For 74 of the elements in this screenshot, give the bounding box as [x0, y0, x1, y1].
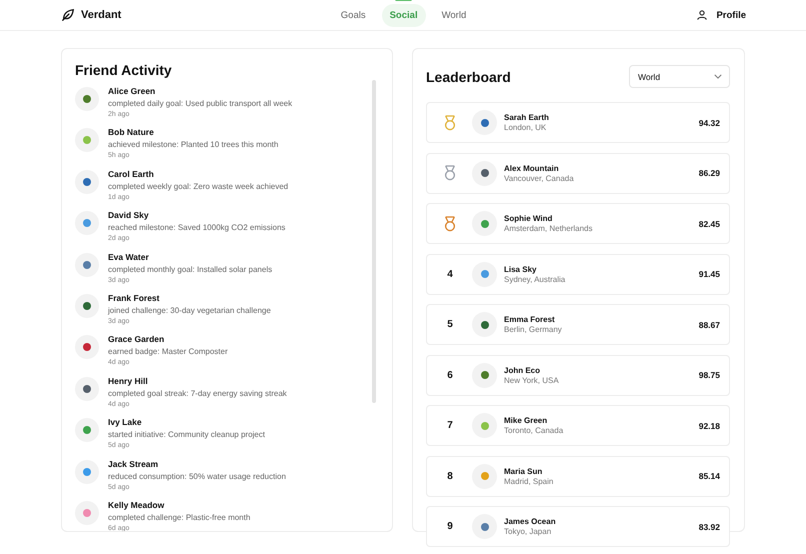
card-title: Leaderboard [426, 68, 511, 84]
player-name: Sarah Earth [504, 113, 550, 122]
activity-text: joined challenge: 30-day vegetarian challenge [108, 306, 271, 315]
player-location: Berlin, Germany [504, 325, 563, 334]
activity-text: completed monthly goal: Installed solar panels [108, 264, 272, 274]
card-title: Friend Activity [75, 62, 173, 78]
friend-name: Bob Nature [108, 127, 155, 138]
score: 86.29 [698, 168, 720, 178]
friend-name: Eva Water [108, 252, 150, 262]
player-name: Alex Mountain [504, 164, 560, 172]
activity-text: earned badge: Master Composter [108, 347, 228, 356]
activity-text: reached milestone: Saved 1000kg CO2 emissions [108, 223, 286, 232]
friend-name: Ivy Lake [108, 417, 143, 428]
activity-text: started initiative: Community cleanup project [108, 430, 265, 440]
friend-name: Grace Garden [108, 334, 166, 344]
player-name: James Ocean [504, 517, 557, 526]
player-location: Tokyo, Japan [504, 527, 552, 536]
friend-name: Alice Green [108, 86, 156, 96]
player-location: London, UK [504, 123, 548, 132]
friend-name: Carol Earth [108, 168, 155, 179]
leaderboard-row[interactable]: 7 Mike Green Toronto, Canada 92.18 [426, 405, 730, 446]
score: 91.45 [698, 269, 720, 279]
friend-name: Frank Forest [108, 292, 160, 303]
region-dropdown[interactable]: World [629, 65, 730, 88]
player-location: Vancouver, Canada [504, 174, 575, 182]
chevron-down-icon [714, 74, 722, 79]
leaf-icon [61, 8, 75, 22]
user-icon [697, 10, 708, 20]
friend-name: David Sky [108, 210, 150, 220]
nav-tab[interactable]: World [434, 4, 474, 26]
friend-name: Jack Stream [108, 458, 160, 469]
rank-number: 5 [447, 319, 453, 330]
profile-link[interactable]: Profile [474, 10, 746, 20]
score: 83.92 [698, 522, 720, 532]
activity-text: completed challenge: Plastic-free month [108, 512, 250, 522]
activity-text: completed daily goal: Used public transport all week [108, 99, 292, 108]
player-location: Sydney, Australia [504, 274, 566, 284]
activity-text: achieved milestone: Planted 10 trees this month [108, 140, 278, 150]
player-location: Toronto, Canada [504, 426, 564, 435]
score: 92.18 [698, 420, 720, 430]
leaderboard-row[interactable]: Sophie Wind Amsterdam, Netherlands 82.45 [426, 203, 730, 244]
rank-number: 4 [447, 268, 453, 280]
activity-text: completed weekly goal: Zero waste week achieved [108, 182, 288, 191]
brand-name: Verdant [81, 9, 122, 21]
score: 88.67 [698, 320, 720, 330]
player-name: Sophie Wind [504, 214, 554, 223]
friend-name: Kelly Meadow [108, 500, 166, 510]
rank-number: 9 [447, 521, 453, 532]
score: 98.75 [698, 370, 720, 380]
score: 94.32 [698, 118, 720, 128]
rank-number: 7 [447, 420, 453, 431]
leaderboard-row[interactable]: 6 John Eco New York, USA 98.75 [426, 354, 730, 396]
player-location: Madrid, Spain [504, 476, 554, 486]
leaderboard-row[interactable]: 5 Emma Forest Berlin, Germany 88.67 [426, 304, 730, 345]
rank-number: 6 [447, 370, 453, 380]
leaderboard-row[interactable]: Alex Mountain Vancouver, Canada 86.29 [426, 152, 730, 194]
player-location: Amsterdam, Netherlands [504, 224, 594, 233]
score: 82.45 [698, 218, 720, 228]
player-location: New York, USA [504, 376, 560, 384]
leaderboard-row[interactable]: Sarah Earth London, UK 94.32 [426, 102, 730, 143]
player-name: Emma Forest [504, 315, 556, 324]
player-name: Lisa Sky [504, 264, 538, 274]
player-name: John Eco [504, 366, 542, 374]
friend-name: Henry Hill [108, 376, 149, 386]
leaderboard-row[interactable]: 4 Lisa Sky Sydney, Australia 91.45 [426, 254, 730, 294]
activity-text: reduced consumption: 50% water usage reduction [108, 472, 286, 481]
leaderboard-row[interactable]: 9 James Ocean Tokyo, Japan 83.92 [426, 506, 730, 547]
score: 85.14 [698, 471, 720, 481]
player-name: Maria Sun [504, 466, 544, 476]
rank-number: 8 [447, 470, 453, 482]
leaderboard-row[interactable]: 8 Maria Sun Madrid, Spain 85.14 [426, 456, 730, 496]
nav-tab[interactable]: Goals [332, 4, 374, 26]
player-name: Mike Green [504, 416, 548, 425]
activity-text: completed goal streak: 7-day energy saving streak [108, 388, 287, 398]
